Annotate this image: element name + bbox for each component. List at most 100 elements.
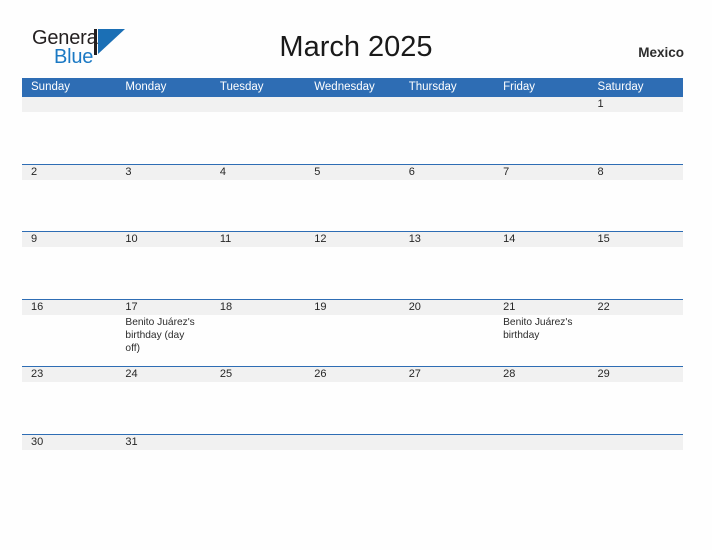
calendar-day-cell-empty — [116, 97, 210, 164]
day-number — [220, 435, 301, 450]
weekday-header-wednesday: Wednesday — [314, 81, 375, 93]
calendar-day-cell[interactable]: 23 — [22, 367, 116, 434]
calendar-day-cell[interactable]: 30 — [22, 435, 116, 475]
weekday-header-tuesday: Tuesday — [219, 81, 264, 93]
calendar-day-cell[interactable]: 19 — [305, 300, 399, 367]
calendar-week-row: 9 10 11 12 13 14 15 — [22, 231, 683, 299]
calendar-day-cell[interactable]: 13 — [400, 232, 494, 299]
calendar-day-cell-empty — [305, 97, 399, 164]
calendar-day-cell[interactable]: 1 — [589, 97, 683, 164]
calendar-day-cell-empty — [211, 435, 305, 475]
calendar-day-cell-empty — [22, 97, 116, 164]
day-number: 8 — [597, 165, 604, 178]
day-events: Benito Juárez's birthday — [503, 316, 584, 342]
calendar-grid: Sunday Monday Tuesday Wednesday Thursday… — [22, 78, 683, 475]
day-number: 30 — [31, 435, 44, 448]
calendar-week-row: 23 24 25 26 27 28 29 — [22, 366, 683, 434]
day-number: 24 — [125, 368, 138, 380]
day-number: 13 — [408, 233, 421, 245]
calendar-day-cell[interactable]: 26 — [305, 367, 399, 434]
calendar-day-cell[interactable]: 25 — [211, 367, 305, 434]
day-number: 6 — [408, 165, 415, 178]
weekday-header-friday: Friday — [503, 81, 536, 93]
calendar-week-inner: 2 3 4 5 6 7 8 — [22, 164, 683, 232]
holiday-event-label: Benito Juárez's birthday (day off) — [125, 316, 195, 354]
calendar-page: General Blue March 2025 Mexico Sunday Mo… — [0, 0, 712, 550]
day-number: 31 — [125, 435, 138, 448]
calendar-day-cell[interactable]: 24 — [116, 367, 210, 434]
calendar-day-cell[interactable]: 22 — [589, 300, 683, 367]
calendar-day-cell[interactable]: 27 — [400, 367, 494, 434]
calendar-weeks: 1 2 3 4 5 6 7 8 9 10 11 12 13 14 15 16 17 Benito Juárez's… — [22, 97, 683, 475]
day-number — [220, 97, 301, 112]
day-number — [598, 435, 679, 450]
calendar-day-cell[interactable]: 31 — [116, 435, 210, 475]
calendar-day-cell[interactable]: 10 — [116, 232, 210, 299]
day-number: 26 — [314, 368, 327, 380]
calendar-day-cell[interactable]: 12 — [305, 232, 399, 299]
calendar-week-row: 2 3 4 5 6 7 8 — [22, 163, 683, 232]
weekday-header-thursday: Thursday — [408, 81, 457, 93]
day-number: 16 — [31, 300, 44, 313]
day-number: 21 — [503, 300, 516, 313]
calendar-day-cell[interactable]: 28 — [494, 367, 588, 434]
holiday-event-label: Benito Juárez's birthday — [503, 316, 573, 341]
calendar-day-cell[interactable]: 29 — [589, 367, 683, 434]
day-number: 19 — [314, 300, 327, 313]
day-number: 28 — [503, 368, 516, 380]
day-events: Benito Juárez's birthday (day off) — [125, 316, 206, 355]
day-number — [503, 435, 584, 450]
day-number: 17 — [125, 300, 138, 313]
day-number: 4 — [219, 165, 226, 178]
calendar-week-inner: 23 24 25 26 27 28 29 — [22, 367, 683, 434]
day-number: 15 — [597, 233, 610, 245]
day-number: 5 — [314, 165, 321, 178]
calendar-week-row: 30 31 — [22, 433, 683, 475]
calendar-day-cell[interactable]: 6 — [400, 165, 494, 232]
day-number — [314, 97, 395, 112]
calendar-day-cell[interactable]: 11 — [211, 232, 305, 299]
calendar-day-cell[interactable]: 15 — [589, 232, 683, 299]
calendar-day-cell[interactable]: 8 — [589, 165, 683, 232]
day-number: 7 — [503, 165, 510, 178]
day-number: 29 — [597, 368, 610, 380]
calendar-week-row: 16 17 Benito Juárez's birthday (day off) 18… — [22, 298, 683, 367]
calendar-day-cell[interactable]: 3 — [116, 165, 210, 232]
calendar-day-cell[interactable]: 5 — [305, 165, 399, 232]
calendar-day-cell[interactable]: 14 — [494, 232, 588, 299]
calendar-day-cell[interactable]: 18 — [211, 300, 305, 367]
day-number: 9 — [31, 233, 38, 245]
day-number — [503, 97, 584, 112]
day-number: 25 — [219, 368, 233, 380]
calendar-day-cell[interactable]: 7 — [494, 165, 588, 232]
day-number — [314, 435, 395, 450]
day-number: 14 — [503, 233, 516, 245]
calendar-week-row: 1 — [22, 97, 683, 164]
calendar-day-cell-empty — [589, 435, 683, 475]
page-header: General Blue March 2025 Mexico — [0, 0, 712, 78]
page-title: March 2025 — [279, 31, 433, 63]
calendar-day-cell[interactable]: 17 Benito Juárez's birthday (day off) — [116, 300, 210, 367]
day-number: 11 — [219, 233, 232, 245]
calendar-day-cell[interactable]: 21 Benito Juárez's birthday — [494, 300, 588, 367]
calendar-day-cell[interactable]: 9 — [22, 232, 116, 299]
weekday-header-row: Sunday Monday Tuesday Wednesday Thursday… — [22, 78, 683, 97]
calendar-week-inner: 16 17 Benito Juárez's birthday (day off) 18… — [22, 299, 683, 367]
day-number: 23 — [31, 368, 44, 380]
calendar-week-inner: 30 31 — [22, 434, 683, 475]
calendar-day-cell-empty — [211, 97, 305, 164]
calendar-day-cell[interactable]: 20 — [400, 300, 494, 367]
day-number — [409, 97, 490, 112]
weekday-header-saturday: Saturday — [597, 81, 644, 93]
day-number: 2 — [31, 165, 38, 178]
day-number — [125, 97, 206, 112]
day-number: 22 — [597, 300, 610, 313]
calendar-day-cell-empty — [494, 435, 588, 475]
weekday-header-monday: Monday — [125, 81, 167, 93]
day-number: 18 — [219, 300, 233, 313]
day-number: 20 — [408, 300, 421, 313]
day-number — [31, 97, 112, 112]
calendar-day-cell[interactable]: 16 — [22, 300, 116, 367]
calendar-day-cell[interactable]: 4 — [211, 165, 305, 232]
calendar-day-cell[interactable]: 2 — [22, 165, 116, 232]
